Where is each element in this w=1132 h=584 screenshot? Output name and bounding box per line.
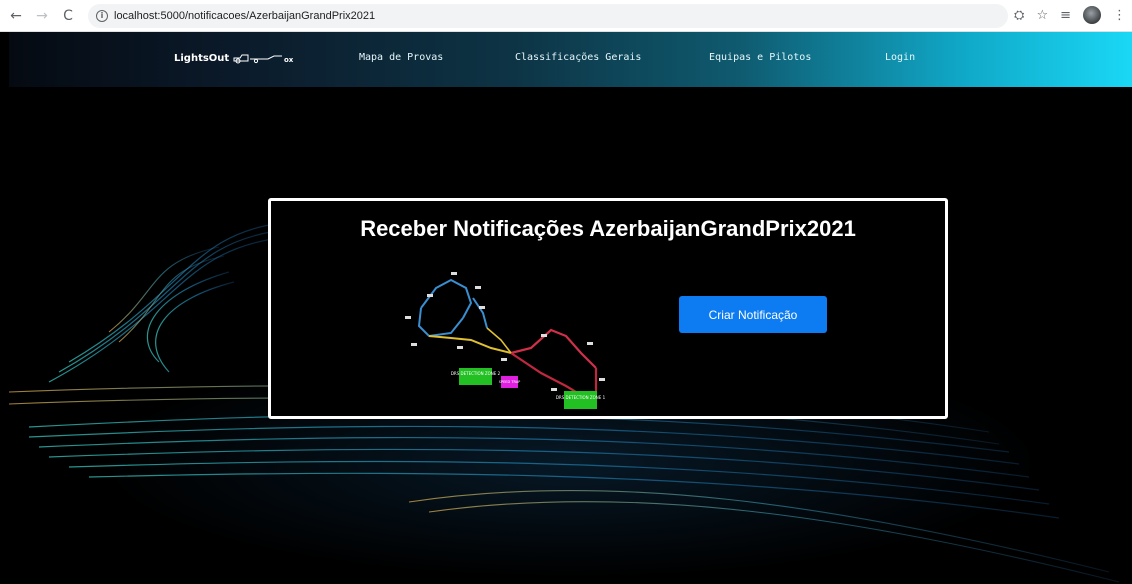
nav-link-login[interactable]: Login xyxy=(885,52,915,63)
back-arrow-icon[interactable]: ← xyxy=(6,6,26,26)
page-viewport: LightsOut ox Mapa de Provas Classificaçõ… xyxy=(9,32,1132,584)
drs-zone-2-text: DRS DETECTION ZONE 2 xyxy=(451,371,501,376)
address-bar[interactable]: i localhost:5000/notificacoes/Azerbaijan… xyxy=(88,3,1008,28)
card-title: Receber Notificações AzerbaijanGrandPrix… xyxy=(360,216,856,241)
star-icon[interactable]: ☆ xyxy=(1036,8,1048,23)
svg-text:ox: ox xyxy=(284,56,294,64)
brand-logo[interactable]: LightsOut ox xyxy=(174,52,296,65)
menu-icon[interactable]: ⋮ xyxy=(1113,8,1126,23)
drs-zone-1-text: DRS DETECTION ZONE 1 xyxy=(556,395,606,400)
translate-icon[interactable]: ⛭ xyxy=(1014,8,1024,23)
info-icon[interactable]: i xyxy=(96,9,108,22)
baku-track-map: DRS DETECTION ZONE 2 SPEED TRAP DRS DETE… xyxy=(405,272,606,409)
profile-avatar[interactable] xyxy=(1083,6,1101,24)
create-notification-button[interactable]: Criar Notificação xyxy=(679,296,827,333)
drs-zone-1-label xyxy=(564,391,597,409)
speed-trap-text: SPEED TRAP xyxy=(499,380,521,384)
nav-link-equipas-e-pilotos[interactable]: Equipas e Pilotos xyxy=(709,52,811,63)
notification-card: Receber Notificações AzerbaijanGrandPrix… xyxy=(268,198,948,419)
browser-actions: ⛭ ☆ ≡ ⋮ xyxy=(1014,6,1126,24)
reload-icon[interactable]: C xyxy=(58,6,78,26)
url-text[interactable]: localhost:5000/notificacoes/AzerbaijanGr… xyxy=(114,10,375,22)
nav-link-classificacoes-gerais[interactable]: Classificações Gerais xyxy=(515,52,641,63)
browser-toolbar: ← → C i localhost:5000/notificacoes/Azer… xyxy=(0,0,1132,32)
top-navbar: LightsOut ox Mapa de Provas Classificaçõ… xyxy=(9,32,1132,87)
forward-arrow-icon[interactable]: → xyxy=(32,6,52,26)
nav-link-mapa-de-provas[interactable]: Mapa de Provas xyxy=(359,52,443,63)
f1-car-icon: ox xyxy=(233,54,294,64)
playlist-icon[interactable]: ≡ xyxy=(1060,8,1071,23)
brand-name: LightsOut xyxy=(174,52,230,64)
